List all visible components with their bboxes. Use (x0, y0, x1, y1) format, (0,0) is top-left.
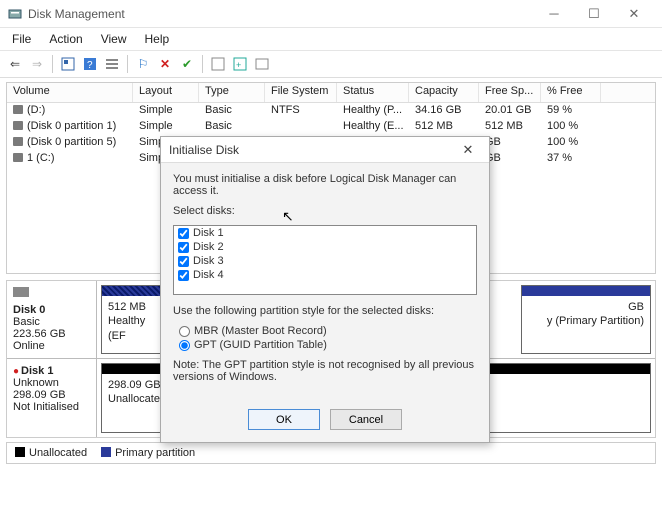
partition-style-label: Use the following partition style for th… (173, 305, 477, 317)
volume-icon (13, 153, 23, 162)
dialog-note: Note: The GPT partition style is not rec… (173, 359, 477, 383)
menu-view[interactable]: View (93, 30, 135, 48)
col-status[interactable]: Status (337, 83, 409, 102)
disk-2-checkbox[interactable] (178, 242, 189, 253)
minimize-button[interactable]: ─ (534, 1, 574, 27)
window-title: Disk Management (28, 7, 534, 21)
disk-0-label: Disk 0 Basic 223.56 GB Online (7, 281, 97, 358)
disk-1-label: ●Disk 1 Unknown 298.09 GB Not Initialise… (7, 359, 97, 437)
refresh-icon[interactable] (209, 55, 227, 73)
app-icon (8, 7, 22, 21)
list-icon[interactable] (103, 55, 121, 73)
col-pct[interactable]: % Free (541, 83, 601, 102)
ok-button[interactable]: OK (248, 409, 320, 430)
initialise-disk-dialog: Initialise Disk ✕ You must initialise a … (160, 136, 490, 443)
disk-3-checkbox[interactable] (178, 256, 189, 267)
volume-icon (13, 137, 23, 146)
svg-text:+: + (236, 60, 241, 70)
disk-icon (13, 287, 29, 297)
list-item[interactable]: Disk 4 (174, 268, 476, 282)
gpt-radio[interactable] (179, 340, 190, 351)
settings-icon[interactable] (253, 55, 271, 73)
dialog-close-button[interactable]: ✕ (455, 142, 481, 158)
check-icon[interactable]: ✔ (178, 55, 196, 73)
error-icon: ● (13, 366, 19, 377)
partition-header (102, 286, 160, 296)
mbr-radio[interactable] (179, 326, 190, 337)
table-row[interactable]: (Disk 0 partition 1) Simple Basic Health… (7, 119, 655, 135)
svg-text:?: ? (87, 60, 93, 71)
col-layout[interactable]: Layout (133, 83, 199, 102)
swatch-primary (101, 447, 111, 457)
partition-box[interactable]: GBy (Primary Partition) (521, 285, 651, 354)
disk-1-checkbox[interactable] (178, 228, 189, 239)
cancel-button[interactable]: Cancel (330, 409, 402, 430)
toolbar: ⇐ ⇒ ? ⚐ ✕ ✔ + (0, 50, 662, 78)
col-free[interactable]: Free Sp... (479, 83, 541, 102)
table-row[interactable]: (D:) Simple Basic NTFS Healthy (P... 34.… (7, 103, 655, 119)
swatch-unallocated (15, 447, 25, 457)
disk-select-list[interactable]: Disk 1 Disk 2 Disk 3 Disk 4 (173, 225, 477, 295)
list-item[interactable]: Disk 1 (174, 226, 476, 240)
menu-help[interactable]: Help (137, 30, 178, 48)
delete-icon[interactable]: ✕ (156, 55, 174, 73)
close-button[interactable]: ✕ (614, 1, 654, 27)
menubar: File Action View Help (0, 28, 662, 50)
dialog-intro: You must initialise a disk before Logica… (173, 173, 477, 197)
list-item[interactable]: Disk 2 (174, 240, 476, 254)
volume-icon (13, 121, 23, 130)
menu-file[interactable]: File (4, 30, 39, 48)
gpt-option[interactable]: GPT (GUID Partition Table) (179, 339, 477, 351)
properties-icon[interactable] (59, 55, 77, 73)
forward-icon[interactable]: ⇒ (28, 55, 46, 73)
disk-4-checkbox[interactable] (178, 270, 189, 281)
partition-box[interactable]: 512 MBHealthy (EF (101, 285, 161, 354)
col-type[interactable]: Type (199, 83, 265, 102)
col-fs[interactable]: File System (265, 83, 337, 102)
select-disks-label: Select disks: (173, 205, 477, 217)
help-icon[interactable]: ? (81, 55, 99, 73)
action-icon[interactable]: ⚐ (134, 55, 152, 73)
titlebar: Disk Management ─ ☐ ✕ (0, 0, 662, 28)
dialog-title: Initialise Disk (169, 143, 455, 157)
list-item[interactable]: Disk 3 (174, 254, 476, 268)
grid-header: Volume Layout Type File System Status Ca… (7, 83, 655, 103)
volume-icon (13, 105, 23, 114)
col-capacity[interactable]: Capacity (409, 83, 479, 102)
col-volume[interactable]: Volume (7, 83, 133, 102)
back-icon[interactable]: ⇐ (6, 55, 24, 73)
mbr-option[interactable]: MBR (Master Boot Record) (179, 325, 477, 337)
partition-header (522, 286, 650, 296)
rescan-icon[interactable]: + (231, 55, 249, 73)
maximize-button[interactable]: ☐ (574, 1, 614, 27)
menu-action[interactable]: Action (41, 30, 90, 48)
legend: Unallocated Primary partition (6, 442, 656, 464)
